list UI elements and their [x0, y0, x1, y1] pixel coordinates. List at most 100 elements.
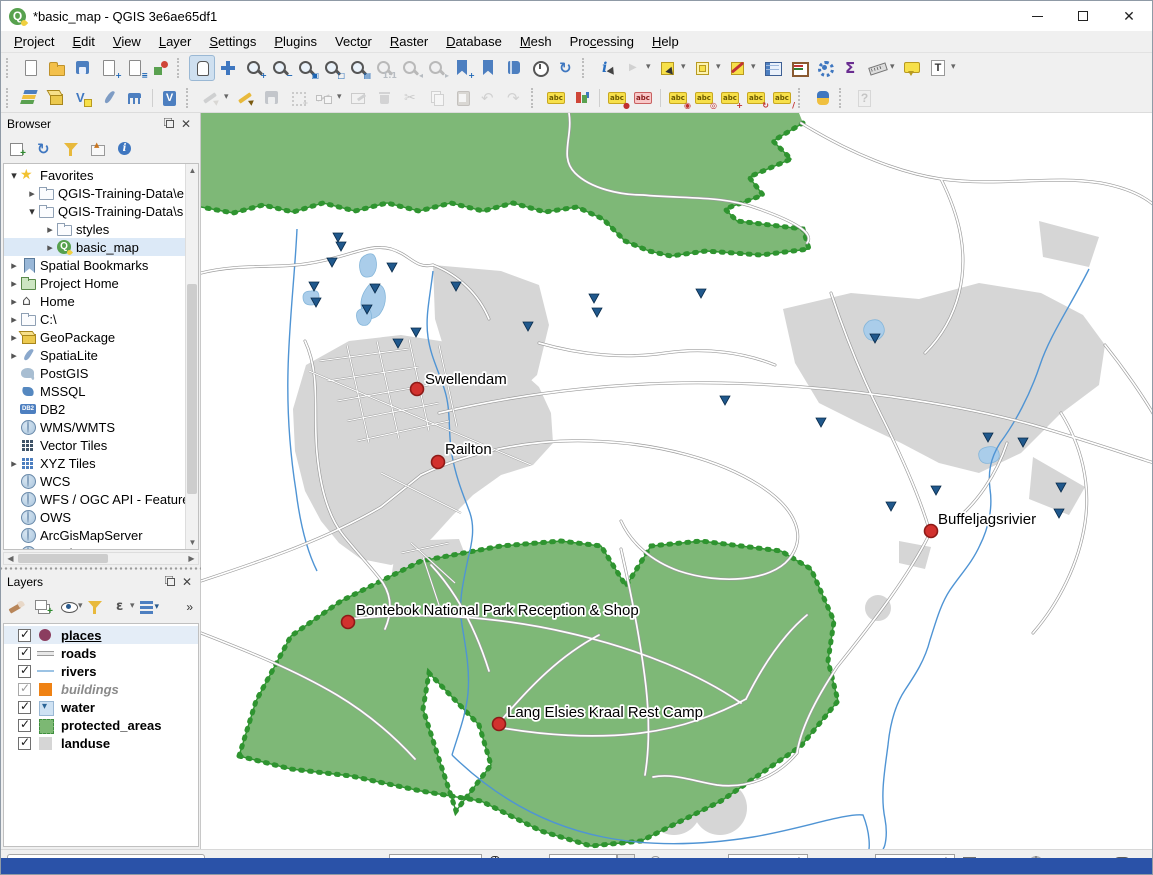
expander-icon[interactable] — [8, 277, 20, 290]
tree-item[interactable]: ArcGisFeatureS — [4, 544, 185, 550]
processing-toolbox-button[interactable] — [812, 55, 838, 81]
help-button[interactable] — [851, 85, 877, 111]
new-geopackage-button[interactable] — [44, 85, 70, 111]
new-mesh-layer-button[interactable] — [122, 85, 148, 111]
refresh-map-button[interactable] — [553, 55, 579, 81]
dropdown-arrow-icon[interactable] — [337, 85, 346, 111]
zoom-in-button[interactable]: + — [241, 55, 267, 81]
show-spatial-bookmarks-button[interactable] — [475, 55, 501, 81]
toolbar-grip[interactable] — [6, 58, 14, 78]
scroll-thumb[interactable] — [18, 554, 108, 563]
menu-item[interactable]: Raster — [381, 31, 437, 53]
tree-item[interactable]: WMS/WMTS — [4, 418, 185, 436]
dropdown-arrow-icon[interactable] — [681, 55, 690, 81]
paste-features-button[interactable] — [450, 85, 476, 111]
open-project-button[interactable] — [44, 55, 70, 81]
zoom-last-button[interactable]: ◂ — [397, 55, 423, 81]
tree-item[interactable]: basic_map — [4, 238, 185, 256]
layer-checkbox[interactable] — [18, 719, 31, 732]
menu-item[interactable]: Layer — [150, 31, 201, 53]
layer-item[interactable]: roads — [4, 644, 198, 662]
dropdown-arrow-icon[interactable] — [751, 55, 760, 81]
toolbar-grip[interactable] — [839, 88, 847, 108]
scroll-thumb[interactable] — [187, 284, 197, 494]
expander-icon[interactable] — [26, 187, 38, 200]
layers-toolbar-overflow-button[interactable]: » — [186, 600, 197, 614]
tree-item[interactable]: Project Home — [4, 274, 185, 292]
browser-properties-button[interactable] — [113, 137, 137, 161]
zoom-next-button[interactable]: ▸ — [423, 55, 449, 81]
menu-item[interactable]: Processing — [561, 31, 643, 53]
tree-item[interactable]: styles — [4, 220, 185, 238]
layer-item[interactable]: landuse — [4, 734, 198, 752]
tree-item[interactable]: DB2 — [4, 400, 185, 418]
browser-float-button[interactable] — [162, 117, 178, 131]
new-print-layout-button[interactable]: + — [96, 55, 122, 81]
undo-button[interactable] — [476, 85, 502, 111]
pan-to-selection-button[interactable] — [215, 55, 241, 81]
minimize-button[interactable] — [1014, 1, 1060, 31]
layer-checkbox[interactable] — [18, 647, 31, 660]
layer-item[interactable]: rivers — [4, 662, 198, 680]
expander-icon[interactable] — [8, 295, 20, 308]
layer-checkbox[interactable] — [18, 737, 31, 750]
browser-vscrollbar[interactable]: ▲ ▼ — [185, 164, 198, 549]
dropdown-arrow-icon[interactable] — [224, 85, 233, 111]
tree-item[interactable]: WFS / OGC API - Feature — [4, 490, 185, 508]
new-spatialite-button[interactable] — [96, 85, 122, 111]
layer-item[interactable]: protected_areas — [4, 716, 198, 734]
menu-item[interactable]: View — [104, 31, 150, 53]
change-label-button[interactable]: / — [769, 85, 795, 111]
expander-icon[interactable] — [8, 169, 20, 182]
show-hide-labels-button[interactable]: ◉ — [665, 85, 691, 111]
menu-item[interactable]: Edit — [63, 31, 103, 53]
browser-hscrollbar[interactable]: ◀ ▶ — [3, 552, 199, 565]
highlight-pinned-labels-button[interactable] — [630, 85, 656, 111]
tree-item[interactable]: Spatial Bookmarks — [4, 256, 185, 274]
dropdown-arrow-icon[interactable] — [716, 55, 725, 81]
expander-icon[interactable] — [8, 331, 20, 344]
deselect-features-button[interactable] — [725, 55, 751, 81]
toolbar-grip[interactable] — [177, 58, 185, 78]
save-edits-button[interactable] — [259, 85, 285, 111]
expander-icon[interactable] — [8, 457, 20, 470]
menu-item[interactable]: Settings — [200, 31, 265, 53]
expand-collapse-layers-button[interactable] — [135, 595, 159, 619]
menu-item[interactable]: Help — [643, 31, 688, 53]
map-tips-button[interactable] — [899, 55, 925, 81]
add-feature-button[interactable] — [285, 85, 311, 111]
layer-item[interactable]: water — [4, 698, 198, 716]
tree-item[interactable]: ArcGisMapServer — [4, 526, 185, 544]
statistical-summary-button[interactable] — [838, 55, 864, 81]
maximize-button[interactable] — [1060, 1, 1106, 31]
open-layer-styling-button[interactable] — [5, 595, 29, 619]
menu-item[interactable]: Plugins — [265, 31, 326, 53]
menu-item[interactable]: Project — [5, 31, 63, 53]
layer-item[interactable]: buildings — [4, 680, 198, 698]
tree-item[interactable]: PostGIS — [4, 364, 185, 382]
toolbar-grip[interactable] — [6, 88, 14, 108]
annotation-button[interactable] — [925, 55, 951, 81]
current-edits-button[interactable] — [198, 85, 224, 111]
map-canvas[interactable]: SwellendamRailtonBuffeljagsrivierBontebo… — [201, 113, 1153, 849]
data-source-manager-button[interactable] — [18, 85, 44, 111]
layer-checkbox[interactable] — [18, 665, 31, 678]
measure-button[interactable] — [864, 55, 890, 81]
tree-item[interactable]: QGIS-Training-Data\e — [4, 184, 185, 202]
new-project-button[interactable] — [18, 55, 44, 81]
zoom-to-selection-button[interactable]: □ — [319, 55, 345, 81]
toolbar-grip[interactable] — [531, 88, 539, 108]
layer-checkbox[interactable] — [18, 629, 31, 642]
expander-icon[interactable] — [8, 313, 20, 326]
vertex-tool-button[interactable] — [311, 85, 337, 111]
browser-close-button[interactable]: ✕ — [178, 117, 194, 131]
pin-labels-button[interactable]: ● — [604, 85, 630, 111]
delete-selected-button[interactable] — [372, 85, 398, 111]
tree-item[interactable]: QGIS-Training-Data\s — [4, 202, 185, 220]
tree-item[interactable]: WCS — [4, 472, 185, 490]
select-features-button[interactable] — [655, 55, 681, 81]
close-button[interactable]: ✕ — [1106, 1, 1152, 31]
layer-diagram-button[interactable] — [569, 85, 595, 111]
layout-manager-button[interactable]: ≡ — [122, 55, 148, 81]
layer-checkbox[interactable] — [18, 701, 31, 714]
